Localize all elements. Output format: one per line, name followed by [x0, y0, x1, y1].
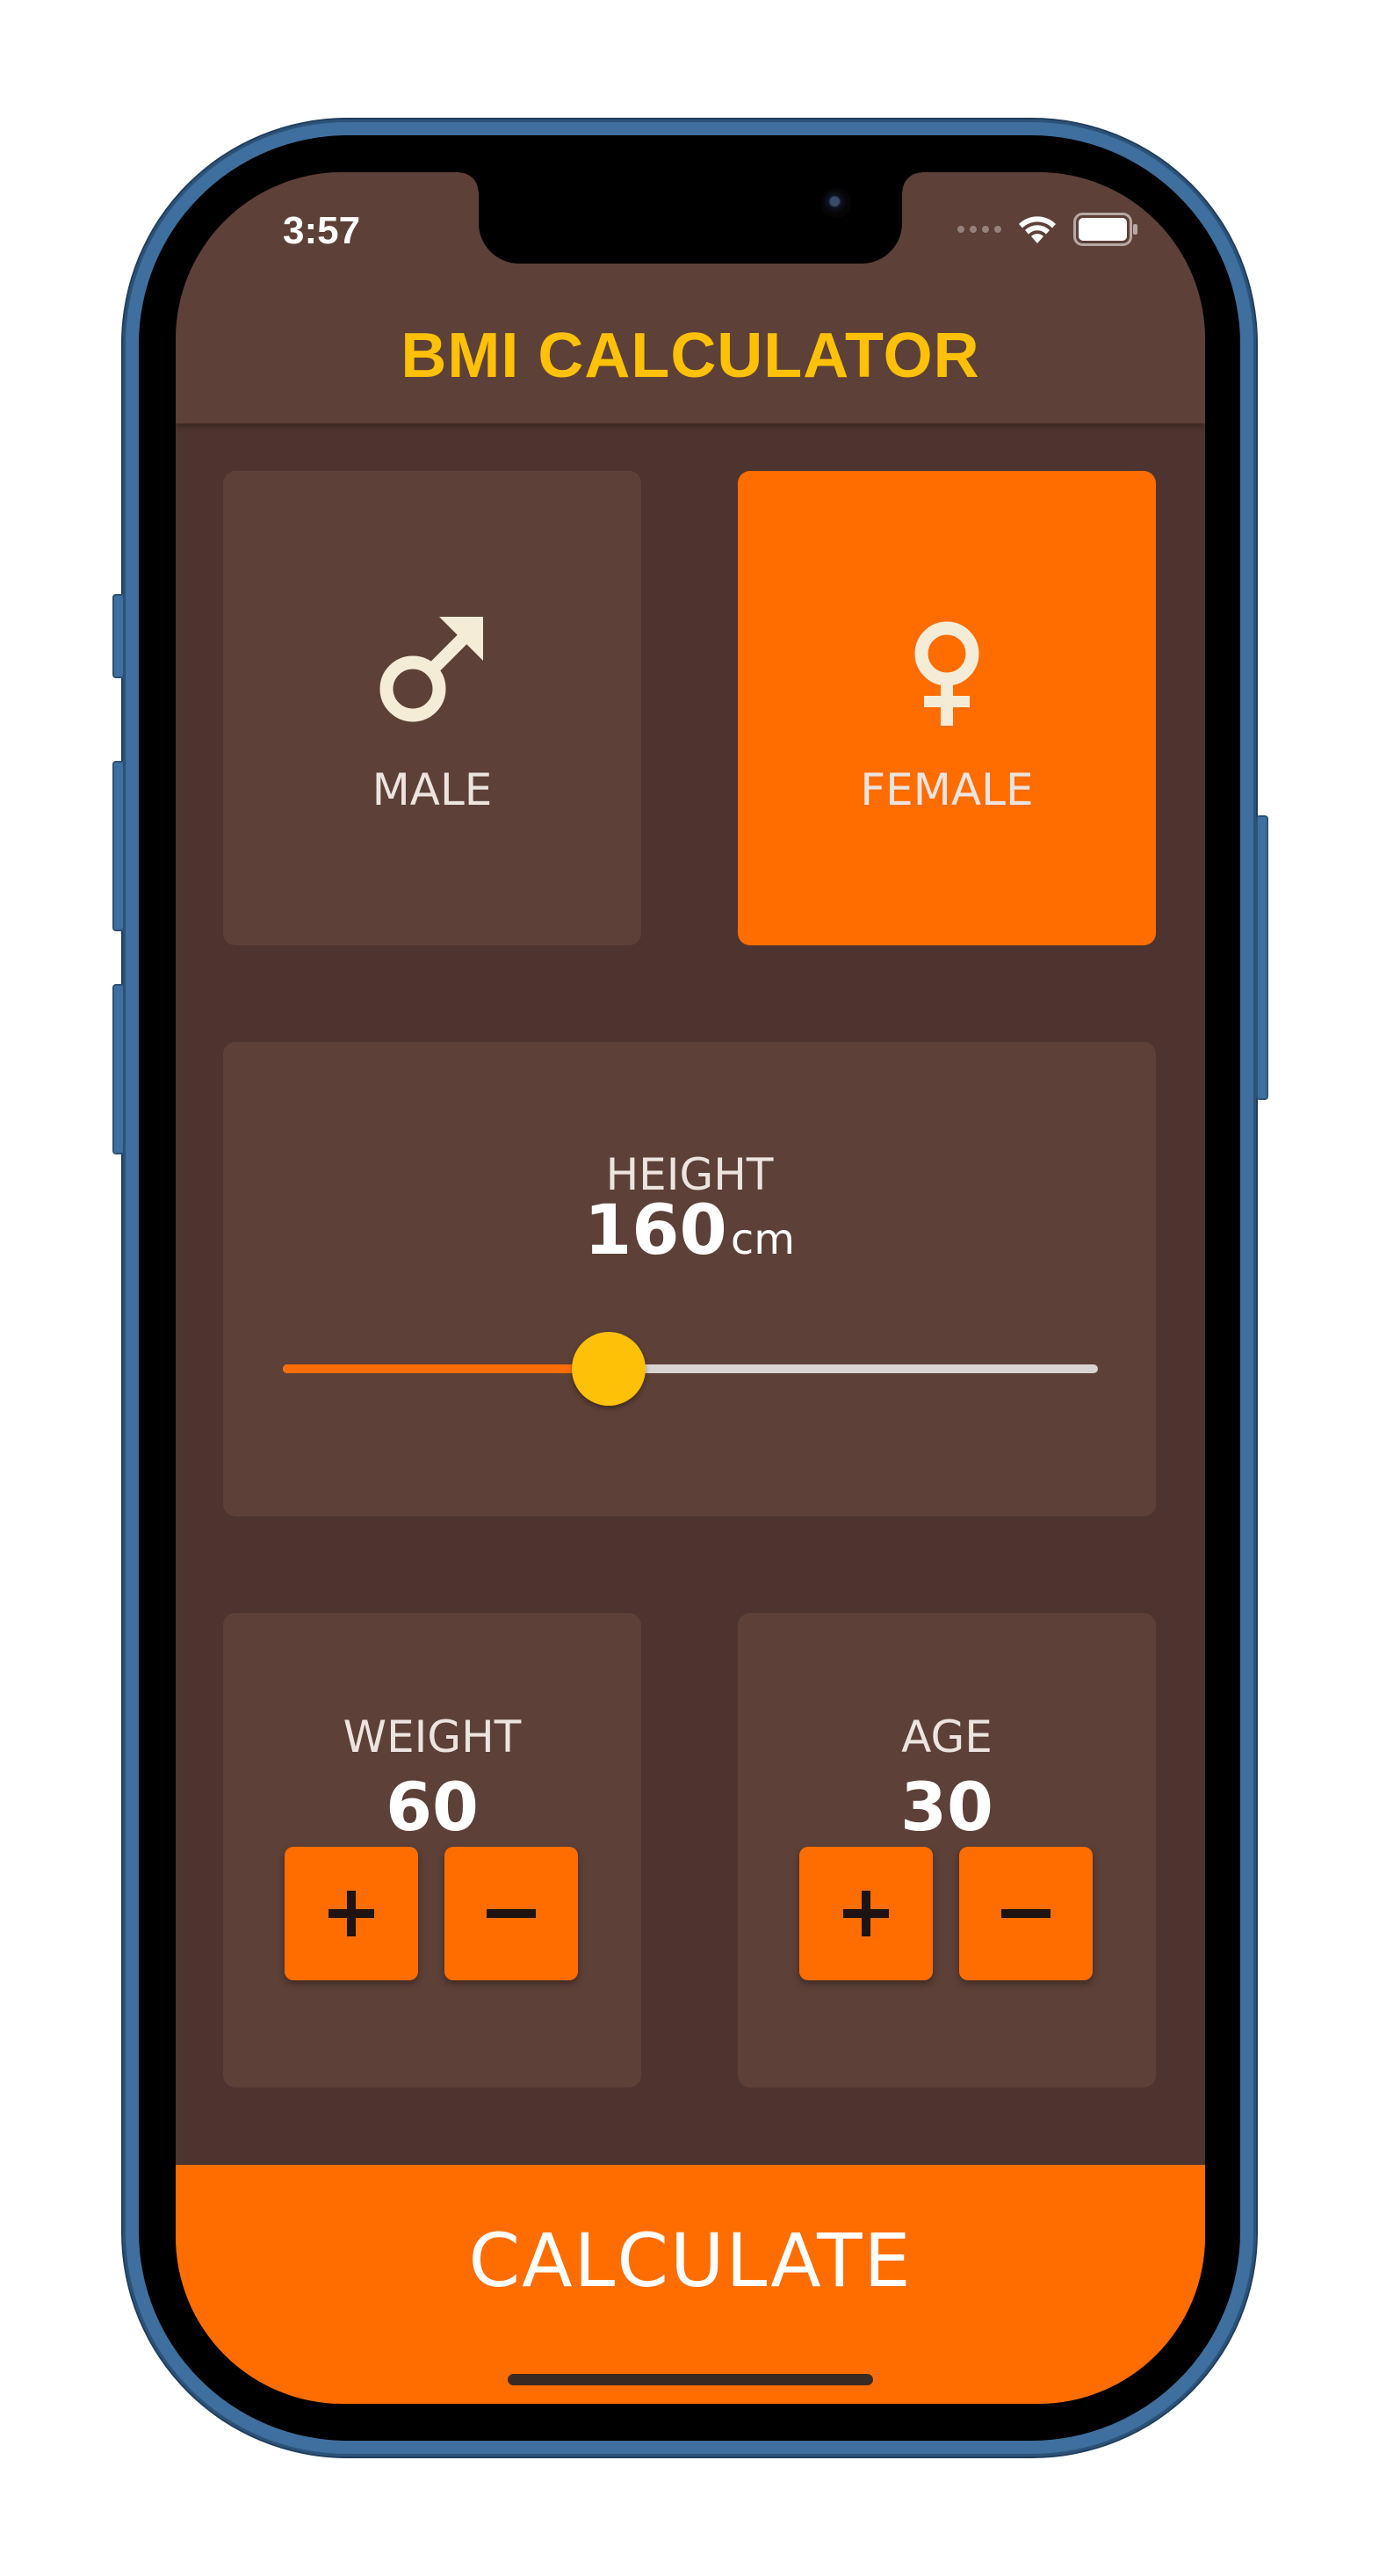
cellular-signal-icon [957, 226, 1001, 233]
female-card[interactable]: FEMALE [738, 471, 1156, 945]
wifi-icon [1019, 216, 1056, 243]
battery-icon [1073, 213, 1137, 246]
age-label: AGE [901, 1711, 993, 1762]
calculate-label: CALCULATE [468, 2218, 913, 2304]
height-unit: cm [730, 1215, 795, 1264]
plus-icon [329, 1891, 374, 1936]
age-value: 30 [900, 1768, 993, 1846]
weight-increment-button[interactable] [285, 1847, 418, 1980]
female-symbol-icon [738, 619, 1156, 727]
height-slider[interactable] [283, 1332, 1098, 1406]
weight-decrement-button[interactable] [444, 1847, 578, 1980]
volume-down-button [112, 984, 125, 1154]
weight-card: WEIGHT 60 [223, 1613, 641, 2088]
male-card[interactable]: MALE [223, 471, 641, 945]
male-symbol-icon [223, 615, 641, 724]
height-number: 160 [584, 1191, 727, 1270]
minus-icon [487, 1909, 536, 1918]
power-button [1256, 815, 1268, 1100]
height-value: 160cm [223, 1191, 1156, 1270]
notch [459, 172, 921, 264]
volume-up-button [112, 761, 125, 931]
male-label: MALE [372, 764, 493, 815]
female-label: FEMALE [860, 764, 1034, 815]
calculate-button[interactable]: CALCULATE [176, 2165, 1205, 2404]
status-icons [957, 207, 1140, 251]
front-camera-icon [821, 188, 851, 218]
silent-switch [112, 594, 125, 678]
status-time: 3:57 [283, 209, 361, 252]
plus-icon [843, 1891, 889, 1936]
home-indicator[interactable] [508, 2374, 873, 2385]
minus-icon [1001, 1909, 1050, 1918]
weight-value: 60 [386, 1768, 479, 1846]
age-card: AGE 30 [738, 1613, 1156, 2088]
slider-active-track [283, 1364, 610, 1373]
weight-label: WEIGHT [343, 1711, 522, 1762]
height-card: HEIGHT 160cm [223, 1042, 1156, 1516]
age-increment-button[interactable] [799, 1847, 933, 1980]
app-title: BMI CALCULATOR [401, 321, 980, 391]
age-decrement-button[interactable] [959, 1847, 1093, 1980]
app-screen: BMI CALCULATOR 3:57 MALE FEMALE HEIGHT 1… [176, 172, 1205, 2404]
slider-thumb[interactable] [572, 1332, 646, 1406]
